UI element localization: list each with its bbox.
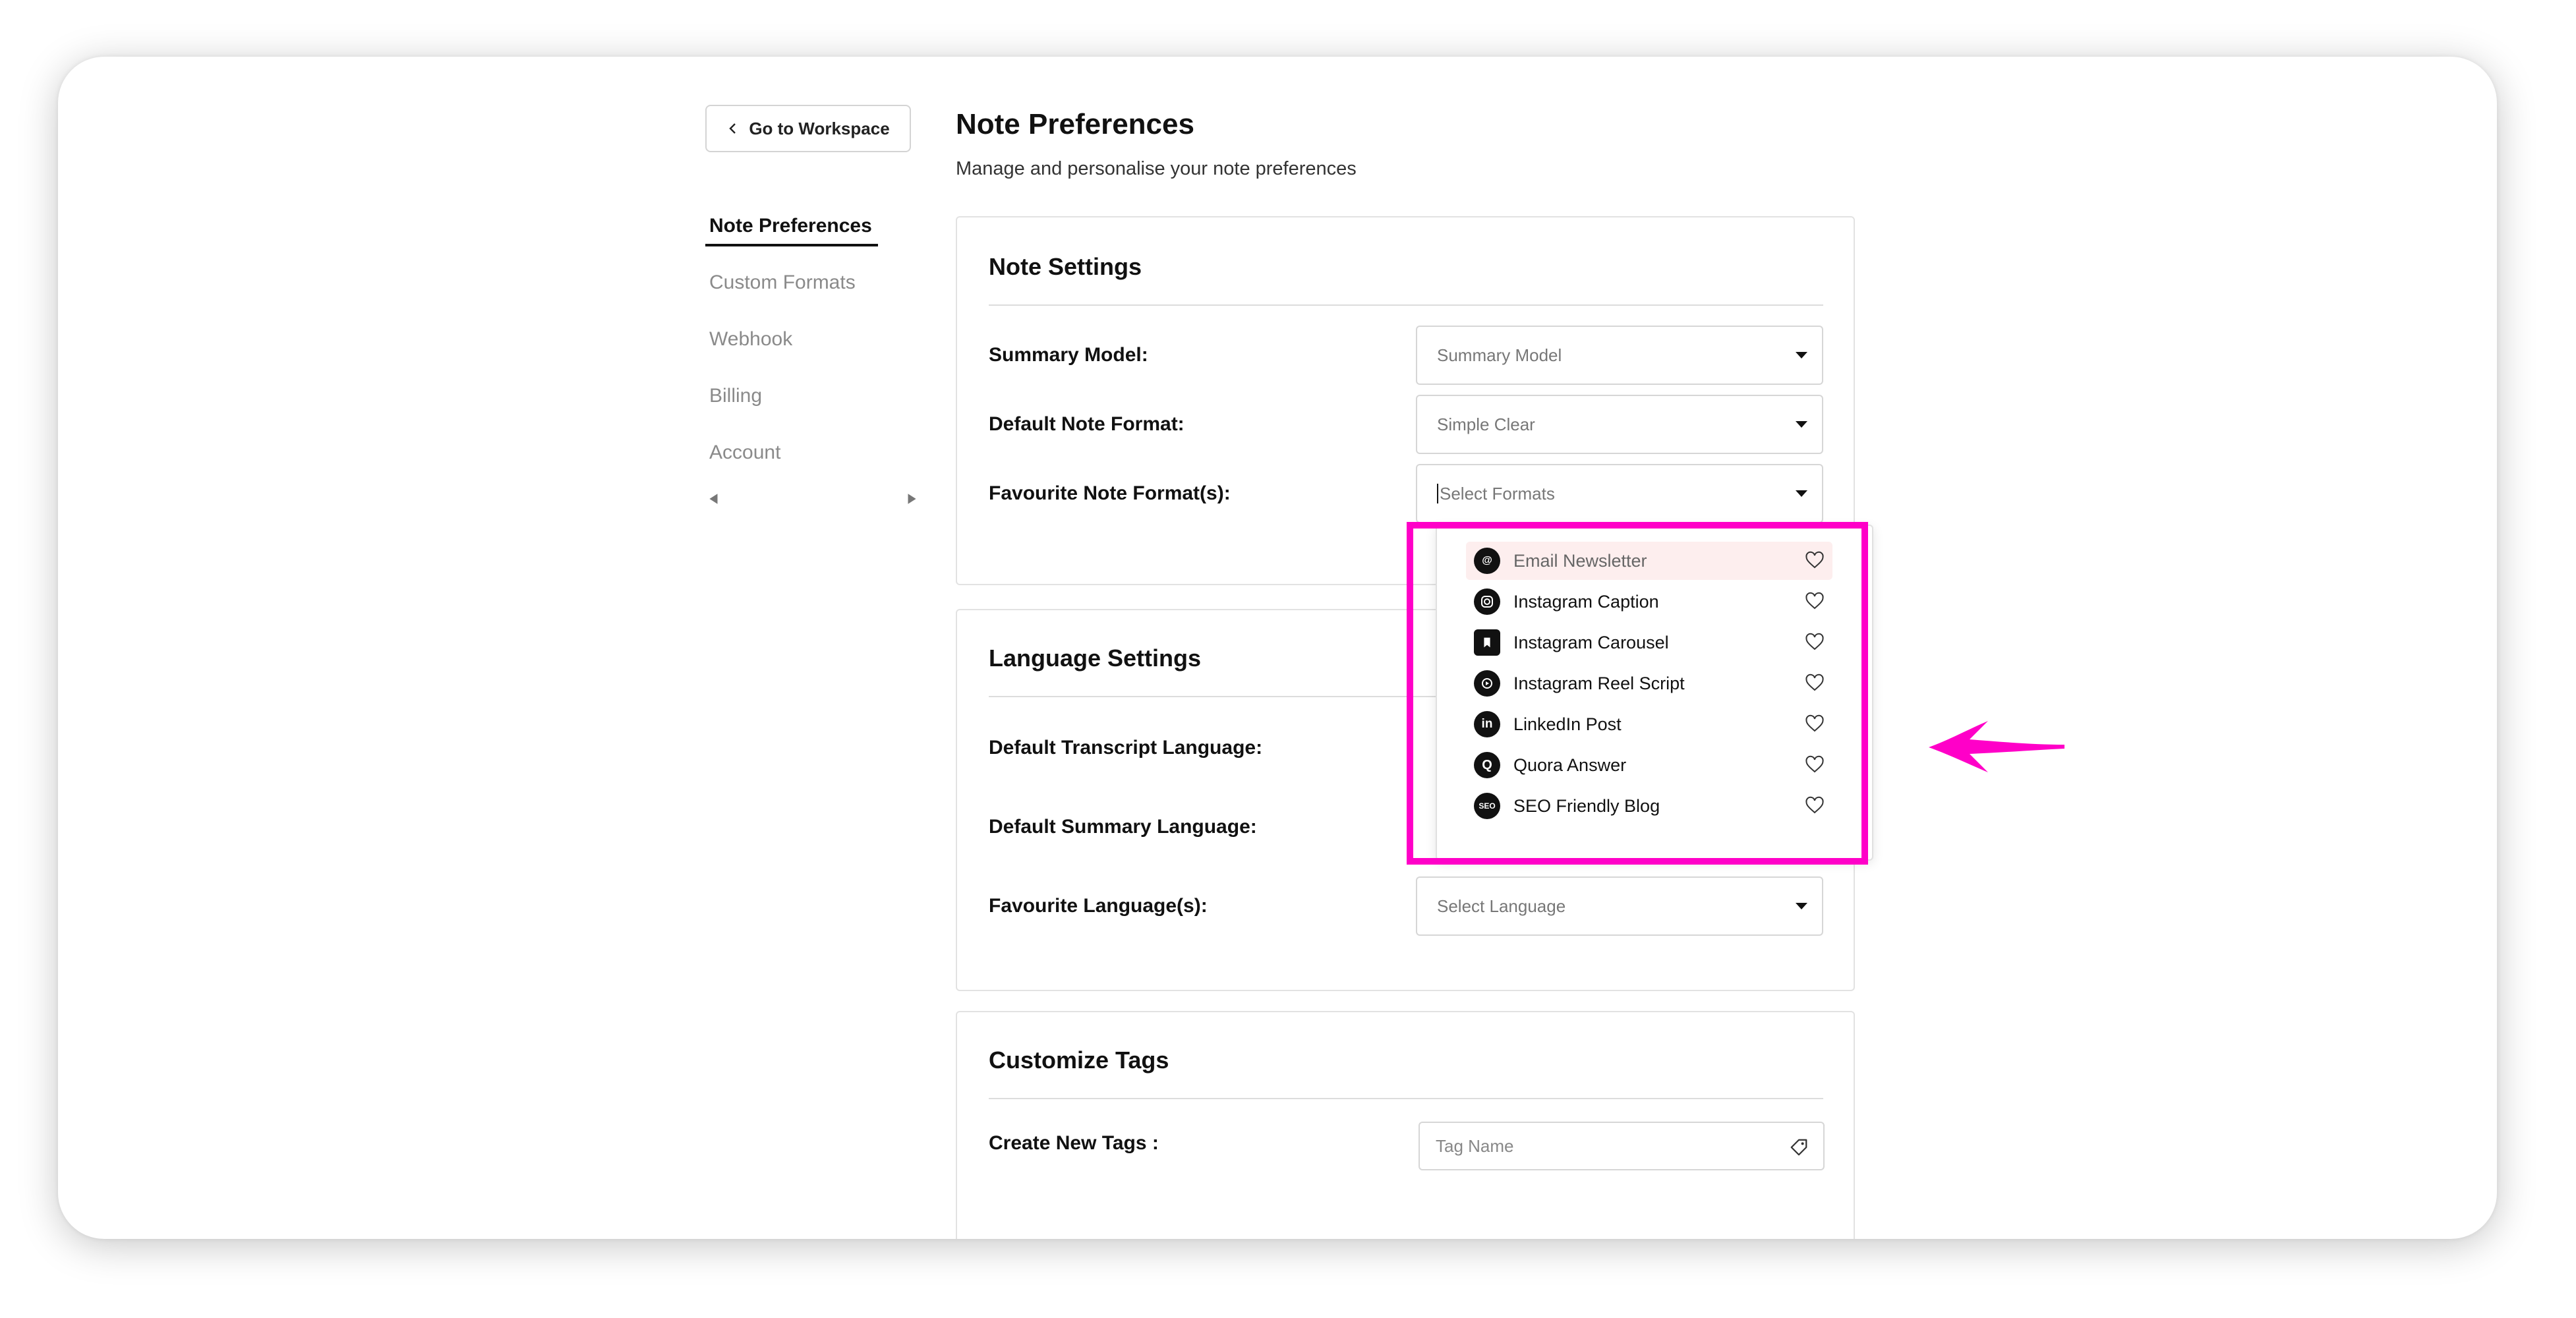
summary-model-value: Summary Model — [1437, 345, 1562, 365]
sidebar-item-custom-formats[interactable]: Custom Formats — [709, 272, 856, 294]
default-note-format-label: Default Note Format: — [989, 413, 1185, 435]
default-summary-language-label: Default Summary Language: — [989, 816, 1257, 838]
favourite-formats-select[interactable]: Select Formats — [1416, 464, 1823, 523]
favourite-languages-placeholder: Select Language — [1437, 896, 1566, 916]
text-cursor — [1437, 484, 1438, 503]
favourite-formats-label: Favourite Note Format(s): — [989, 482, 1231, 504]
sidebar-item-webhook[interactable]: Webhook — [709, 328, 792, 351]
go-to-workspace-label: Go to Workspace — [749, 118, 890, 138]
default-transcript-language-label: Default Transcript Language: — [989, 737, 1263, 759]
favourite-languages-select[interactable]: Select Language — [1416, 876, 1823, 936]
scroll-left-icon[interactable] — [707, 492, 721, 506]
page-title: Note Preferences — [956, 108, 1194, 140]
divider — [989, 304, 1823, 306]
active-nav-underline — [705, 244, 878, 246]
caret-down-icon — [1796, 490, 1807, 497]
caret-down-icon — [1796, 421, 1807, 428]
app-window: Go to Workspace Note Preferences Custom … — [58, 57, 2497, 1239]
create-new-tags-label: Create New Tags : — [989, 1132, 1159, 1154]
tag-name-input[interactable]: Tag Name — [1419, 1122, 1825, 1170]
default-note-format-value: Simple Clear — [1437, 414, 1535, 434]
customize-tags-title: Customize Tags — [989, 1046, 1169, 1074]
sidebar-item-billing[interactable]: Billing — [709, 385, 762, 407]
tag-name-placeholder: Tag Name — [1436, 1135, 1514, 1156]
annotation-highlight-box — [1407, 522, 1868, 865]
page-subtitle: Manage and personalise your note prefere… — [956, 158, 1357, 179]
sidebar-item-account[interactable]: Account — [709, 442, 780, 464]
note-settings-title: Note Settings — [989, 253, 1142, 280]
favourite-formats-placeholder: Select Formats — [1440, 483, 1555, 503]
annotation-arrow-icon — [1929, 721, 2064, 772]
sidebar-item-note-preferences[interactable]: Note Preferences — [709, 215, 872, 237]
language-settings-title: Language Settings — [989, 645, 1202, 672]
customize-tags-card: Customize Tags Create New Tags : Tag Nam… — [956, 1011, 1855, 1239]
go-to-workspace-button[interactable]: Go to Workspace — [705, 105, 911, 152]
divider — [989, 1098, 1823, 1099]
summary-model-label: Summary Model: — [989, 344, 1148, 366]
caret-down-icon — [1796, 352, 1807, 358]
scroll-right-icon[interactable] — [904, 492, 919, 506]
favourite-languages-label: Favourite Language(s): — [989, 895, 1208, 917]
tag-icon — [1790, 1139, 1807, 1156]
caret-down-icon — [1796, 903, 1807, 909]
default-note-format-select[interactable]: Simple Clear — [1416, 395, 1823, 454]
chevron-left-icon — [729, 123, 736, 134]
summary-model-select[interactable]: Summary Model — [1416, 326, 1823, 385]
